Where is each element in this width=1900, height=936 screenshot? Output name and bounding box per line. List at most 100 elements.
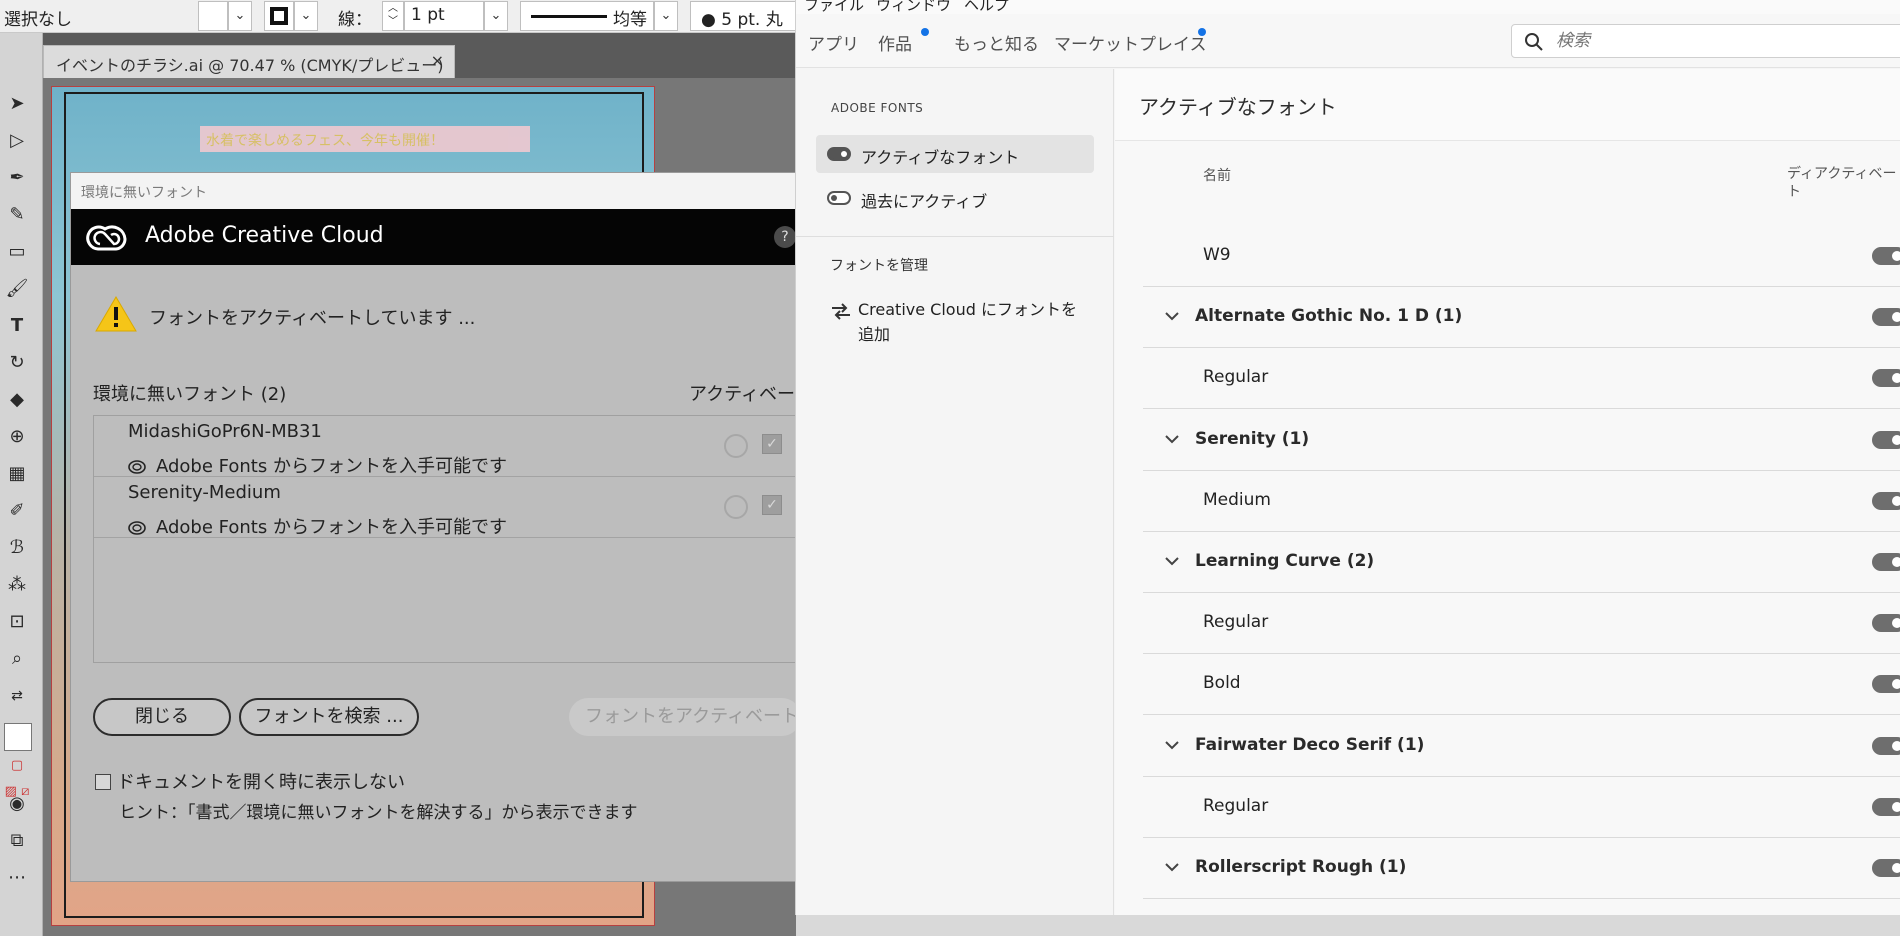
stroke-stepper[interactable]: ︿ ﹀ bbox=[382, 1, 404, 31]
font-style-row[interactable]: Regular bbox=[1143, 593, 1900, 655]
font-family-row[interactable]: Fairwater Deco Serif (1) bbox=[1143, 716, 1900, 777]
fill-color-swatch[interactable] bbox=[4, 723, 32, 751]
headline-text: 水着で楽しめるフェス、今年も開催！ bbox=[206, 133, 444, 149]
stroke-chevron-icon[interactable]: ⌄ bbox=[294, 1, 318, 31]
screen-mode-icon[interactable]: ⧉ bbox=[4, 828, 30, 854]
stroke-weight-field[interactable]: 1 pt bbox=[404, 1, 484, 31]
panel-header: アクティブなフォント bbox=[1115, 69, 1900, 141]
curvature-tool-icon[interactable]: ✎ bbox=[4, 202, 30, 228]
dont-show-checkbox[interactable] bbox=[95, 774, 111, 790]
font-family-row[interactable]: Alternate Gothic No. 1 D (1) bbox=[1143, 287, 1900, 349]
stroke-weight-chevron-icon[interactable]: ⌄ bbox=[484, 1, 508, 31]
draw-mode-icon[interactable]: ◉ bbox=[4, 791, 30, 817]
activate-checkbox[interactable]: ✓ bbox=[762, 495, 782, 515]
direct-selection-tool-icon[interactable]: ▷ bbox=[4, 128, 30, 154]
symbol-sprayer-tool-icon[interactable]: ⁂ bbox=[4, 572, 30, 598]
stroke-profile-chevron-icon[interactable]: ⌄ bbox=[654, 1, 678, 31]
nav-marketplace[interactable]: マーケットプレイス bbox=[1054, 30, 1207, 55]
deactivate-toggle[interactable] bbox=[1872, 614, 1900, 633]
menu-help[interactable]: ヘルプ bbox=[964, 0, 1009, 14]
nav-learn[interactable]: もっと知る bbox=[954, 30, 1039, 55]
help-button[interactable]: ? bbox=[774, 226, 796, 248]
missing-fonts-header: 環境に無いフォント (2) bbox=[93, 384, 287, 405]
sidebar-item-previously-active[interactable]: 過去にアクティブ bbox=[816, 179, 1094, 217]
deactivate-toggle[interactable] bbox=[1872, 491, 1900, 510]
font-family-row[interactable]: Serenity (1) bbox=[1143, 410, 1900, 471]
eraser-tool-icon[interactable]: ◆ bbox=[4, 387, 30, 413]
activate-fonts-button[interactable]: フォントをアクティベート bbox=[569, 698, 801, 736]
nav-works[interactable]: 作品 bbox=[878, 30, 912, 55]
font-family-row[interactable]: Learning Curve (2) bbox=[1143, 532, 1900, 593]
fill-swatch[interactable] bbox=[198, 1, 228, 31]
stroke-swatch[interactable] bbox=[264, 1, 294, 31]
font-family-row[interactable]: Rollerscript Rough (1) bbox=[1143, 838, 1900, 899]
font-name: MidashiGoPr6N-MB31 bbox=[128, 421, 322, 442]
find-fonts-button[interactable]: フォントを検索 ... bbox=[239, 698, 419, 736]
chevron-down-icon[interactable] bbox=[1161, 550, 1183, 572]
deactivate-toggle[interactable] bbox=[1872, 553, 1900, 571]
deactivate-toggle[interactable] bbox=[1872, 859, 1900, 877]
sidebar-section-title: ADOBE FONTS bbox=[831, 101, 924, 115]
deactivate-toggle[interactable] bbox=[1872, 797, 1900, 816]
color-mode-icons[interactable]: ▢ ▨ ⧄ bbox=[4, 753, 30, 799]
list-item[interactable]: Serenity-Medium Adobe Fonts からフォントを入手可能で… bbox=[94, 477, 822, 538]
chevron-down-icon[interactable] bbox=[1161, 734, 1183, 756]
fill-chevron-icon[interactable]: ⌄ bbox=[228, 1, 252, 31]
zoom-tool-icon[interactable]: ⌕ bbox=[4, 646, 30, 672]
brush-select[interactable]: ● 5 pt. 丸 bbox=[690, 1, 800, 31]
sidebar-item-active-fonts[interactable]: アクティブなフォント bbox=[816, 135, 1094, 173]
font-style-row[interactable]: Medium bbox=[1143, 471, 1900, 532]
selection-tool-icon[interactable]: ➤ bbox=[4, 91, 30, 117]
deactivate-toggle[interactable] bbox=[1872, 430, 1900, 449]
font-style-row[interactable]: Regular bbox=[1143, 777, 1900, 838]
missing-fonts-list[interactable]: MidashiGoPr6N-MB31 Adobe Fonts からフォントを入手… bbox=[93, 415, 823, 663]
more-tools-icon[interactable]: ⋯ bbox=[4, 865, 30, 891]
deactivate-toggle[interactable] bbox=[1872, 308, 1900, 327]
pen-tool-icon[interactable]: ✒ bbox=[4, 165, 30, 191]
chevron-down-icon[interactable] bbox=[1161, 428, 1183, 450]
deactivate-toggle[interactable] bbox=[1872, 247, 1900, 265]
gradient-tool-icon[interactable]: ▦ bbox=[4, 461, 30, 487]
deactivate-toggle[interactable] bbox=[1872, 369, 1900, 388]
document-tab-close-icon[interactable]: × bbox=[431, 51, 444, 70]
shape-builder-tool-icon[interactable]: ⊕ bbox=[4, 424, 30, 450]
type-tool-icon[interactable]: T bbox=[4, 313, 30, 339]
font-source-text: Adobe Fonts からフォントを入手可能です bbox=[156, 456, 507, 477]
search-input[interactable] bbox=[1556, 29, 1856, 53]
active-fonts-panel: アクティブなフォント 名前 ディアクティベート W9 Alternate Goth… bbox=[1115, 69, 1900, 915]
blend-tool-icon[interactable]: ℬ bbox=[4, 535, 30, 561]
chevron-down-icon[interactable] bbox=[1161, 305, 1183, 327]
notification-dot bbox=[1198, 28, 1206, 36]
deactivate-toggle[interactable] bbox=[1872, 675, 1900, 694]
paintbrush-tool-icon[interactable]: 🖌 bbox=[4, 276, 30, 302]
toggle-icon bbox=[827, 191, 851, 205]
creative-cloud-banner: Adobe Creative Cloud ? bbox=[71, 209, 799, 265]
stroke-profile-label: 均等 bbox=[613, 10, 647, 30]
dialog-title-bar[interactable]: 環境に無いフォント bbox=[71, 173, 799, 209]
sync-arrows-icon bbox=[832, 303, 850, 320]
font-style-row[interactable]: Bold bbox=[1143, 654, 1900, 716]
font-row-name: Regular bbox=[1203, 612, 1269, 633]
chevron-down-icon[interactable] bbox=[1161, 856, 1183, 878]
document-tab[interactable]: イベントのチラシ.ai @ 70.47 % (CMYK/プレビュー) × bbox=[43, 45, 455, 78]
list-item[interactable]: MidashiGoPr6N-MB31 Adobe Fonts からフォントを入手… bbox=[94, 416, 822, 477]
menu-file[interactable]: ファイル bbox=[804, 0, 864, 14]
activate-checkbox[interactable]: ✓ bbox=[762, 434, 782, 454]
font-style-row[interactable]: Regular bbox=[1143, 348, 1900, 410]
dont-show-option[interactable]: ドキュメントを開く時に表示しない bbox=[95, 768, 405, 794]
stroke-profile-select[interactable]: 均等 bbox=[520, 1, 654, 31]
artboard-tool-icon[interactable]: ⊡ bbox=[4, 609, 30, 635]
menu-bar: ファイル ウィンドウ ヘルプ bbox=[796, 0, 1900, 14]
rotate-tool-icon[interactable]: ↻ bbox=[4, 350, 30, 376]
headline-text-frame[interactable]: 水着で楽しめるフェス、今年も開催！ bbox=[200, 126, 530, 152]
close-button[interactable]: 閉じる bbox=[93, 698, 231, 736]
nav-apps[interactable]: アプリ bbox=[808, 30, 859, 55]
swap-fill-stroke-icon[interactable]: ⇄ bbox=[4, 683, 30, 709]
deactivate-toggle[interactable] bbox=[1872, 736, 1900, 755]
font-style-row[interactable]: W9 bbox=[1143, 226, 1900, 287]
rectangle-tool-icon[interactable]: ▭ bbox=[4, 239, 30, 265]
top-nav: アプリ 作品 もっと知る マーケットプレイス bbox=[796, 14, 1900, 68]
search-box[interactable] bbox=[1511, 24, 1900, 58]
eyedropper-tool-icon[interactable]: ✐ bbox=[4, 498, 30, 524]
menu-window[interactable]: ウィンドウ bbox=[876, 0, 951, 14]
